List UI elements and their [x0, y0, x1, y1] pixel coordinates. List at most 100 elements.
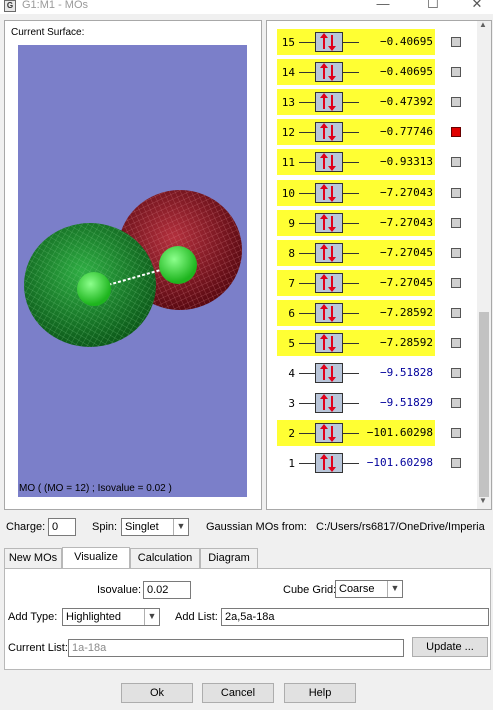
- mo-select-checkbox[interactable]: [451, 368, 461, 379]
- mo-row[interactable]: 1 −101.60298: [277, 450, 435, 476]
- spin-up-arrow-icon: [320, 273, 328, 290]
- mo-number: 14: [281, 66, 295, 80]
- mo-number: 3: [288, 397, 295, 411]
- tab-new-mos[interactable]: New MOs: [4, 548, 62, 568]
- mo-row[interactable]: 10 −7.27043: [277, 179, 435, 206]
- spin-up-arrow-icon: [320, 454, 328, 471]
- minimize-button[interactable]: —: [368, 0, 398, 12]
- cancel-button[interactable]: Cancel: [202, 683, 274, 703]
- atom-core-left: [77, 272, 111, 306]
- level-line: [343, 222, 359, 224]
- atom-core-right: [159, 246, 197, 284]
- electron-pair-icon: [315, 32, 343, 52]
- electron-pair-icon: [315, 242, 343, 263]
- update-button[interactable]: Update ...: [412, 637, 488, 657]
- mo-select-checkbox[interactable]: [451, 428, 461, 439]
- level-line: [299, 343, 315, 344]
- tab-diagram[interactable]: Diagram: [200, 548, 258, 568]
- level-line: [343, 162, 359, 164]
- current-list-label: Current List:: [8, 642, 68, 654]
- level-line: [299, 403, 315, 405]
- mo-select-checkbox[interactable]: [451, 37, 461, 47]
- electron-pair-icon: [315, 453, 343, 474]
- mo-row[interactable]: 13 −0.47392: [277, 89, 435, 116]
- mo-select-checkbox[interactable]: [451, 187, 461, 198]
- mo-select-checkbox[interactable]: [451, 338, 461, 348]
- maximize-button[interactable]: ☐: [418, 0, 448, 12]
- spin-down-arrow-icon: [328, 245, 336, 262]
- cube-grid-select[interactable]: Coarse ▼: [335, 580, 403, 598]
- mo-energy: −7.27043: [380, 185, 433, 199]
- level-line: [343, 252, 359, 254]
- mo-row[interactable]: 14 −0.40695: [277, 59, 435, 86]
- mo-select-checkbox[interactable]: [451, 217, 461, 228]
- mo-row[interactable]: 3 −9.51829: [277, 390, 435, 416]
- isovalue-input[interactable]: 0.02: [143, 581, 191, 599]
- level-line: [299, 463, 315, 465]
- mo-select-checkbox[interactable]: [451, 307, 461, 318]
- mo-row[interactable]: 12 −0.77746: [277, 119, 435, 146]
- tab-visualize[interactable]: Visualize: [62, 547, 130, 569]
- mo-number: 2: [288, 427, 295, 441]
- mo-energy: −7.27045: [380, 275, 433, 289]
- level-line: [343, 72, 359, 74]
- scroll-down-icon[interactable]: ▼: [479, 496, 487, 505]
- spin-up-arrow-icon: [320, 153, 328, 170]
- mo-row[interactable]: 15 −0.40695: [277, 29, 435, 55]
- mo-energy: −0.40695: [380, 35, 433, 48]
- close-button[interactable]: ✕: [462, 0, 492, 12]
- add-type-select[interactable]: Highlighted ▼: [62, 608, 160, 626]
- spin-select[interactable]: Singlet ▼: [121, 518, 189, 536]
- tab-calculation[interactable]: Calculation: [130, 548, 200, 568]
- charge-input[interactable]: 0: [48, 518, 76, 536]
- cube-grid-value: Coarse: [339, 583, 375, 595]
- electron-pair-icon: [315, 152, 343, 173]
- mo-number: 7: [288, 276, 295, 290]
- molecule-viewport[interactable]: [18, 45, 247, 497]
- mo-number: 11: [281, 156, 295, 170]
- mo-energy: −7.28592: [380, 336, 433, 349]
- mo-energy: −0.40695: [380, 65, 433, 79]
- mo-select-checkbox[interactable]: [451, 398, 461, 409]
- level-line: [299, 72, 315, 74]
- mo-row[interactable]: 5 −7.28592: [277, 330, 435, 356]
- surface-panel: Current Surface: MO ((MO = 12) ; Isoval…: [4, 20, 262, 510]
- mo-select-checkbox[interactable]: [451, 277, 461, 288]
- mo-list[interactable]: 15 −0.40695 14 −0.40695 13 −0.47392 12 −0.77746…: [266, 20, 492, 510]
- mo-select-checkbox[interactable]: [451, 247, 461, 258]
- mo-select-checkbox[interactable]: [451, 97, 461, 108]
- chevron-down-icon: ▼: [173, 519, 188, 535]
- mo-row[interactable]: 7 −7.27045: [277, 269, 435, 296]
- level-line: [299, 433, 315, 435]
- add-list-input[interactable]: 2a,5a-18a: [221, 608, 489, 626]
- ok-button[interactable]: Ok: [121, 683, 193, 703]
- mo-select-checkbox[interactable]: [451, 157, 461, 168]
- add-list-label: Add List:: [175, 611, 218, 623]
- spin-up-arrow-icon: [320, 63, 328, 80]
- scroll-thumb[interactable]: [479, 312, 489, 497]
- mo-number: 6: [288, 306, 295, 320]
- surface-title: Current Surface:: [11, 27, 85, 38]
- mo-source-label: Gaussian MOs from:: [206, 521, 307, 533]
- mo-select-checkbox[interactable]: [451, 127, 461, 138]
- mo-select-checkbox[interactable]: [451, 67, 461, 78]
- level-line: [343, 312, 359, 314]
- level-line: [299, 252, 315, 254]
- current-list-field: 1a-18a: [68, 639, 404, 657]
- mo-row[interactable]: 11 −0.93313: [277, 149, 435, 176]
- scroll-up-icon[interactable]: ▲: [479, 20, 487, 29]
- mo-row[interactable]: 9 −7.27043: [277, 209, 435, 236]
- mo-row[interactable]: 8 −7.27045: [277, 239, 435, 266]
- electron-pair-icon: [315, 333, 343, 353]
- level-line: [343, 282, 359, 284]
- help-button[interactable]: Help: [284, 683, 356, 703]
- spin-down-arrow-icon: [328, 35, 336, 51]
- app-icon: G: [4, 0, 16, 12]
- mo-row[interactable]: 6 −7.28592: [277, 299, 435, 326]
- mo-select-checkbox[interactable]: [451, 458, 461, 469]
- electron-pair-icon: [315, 182, 343, 203]
- mo-number: 1: [288, 457, 295, 471]
- spin-up-arrow-icon: [320, 123, 328, 140]
- mo-row[interactable]: 4 −9.51828: [277, 360, 435, 386]
- mo-row[interactable]: 2 −101.60298: [277, 420, 435, 447]
